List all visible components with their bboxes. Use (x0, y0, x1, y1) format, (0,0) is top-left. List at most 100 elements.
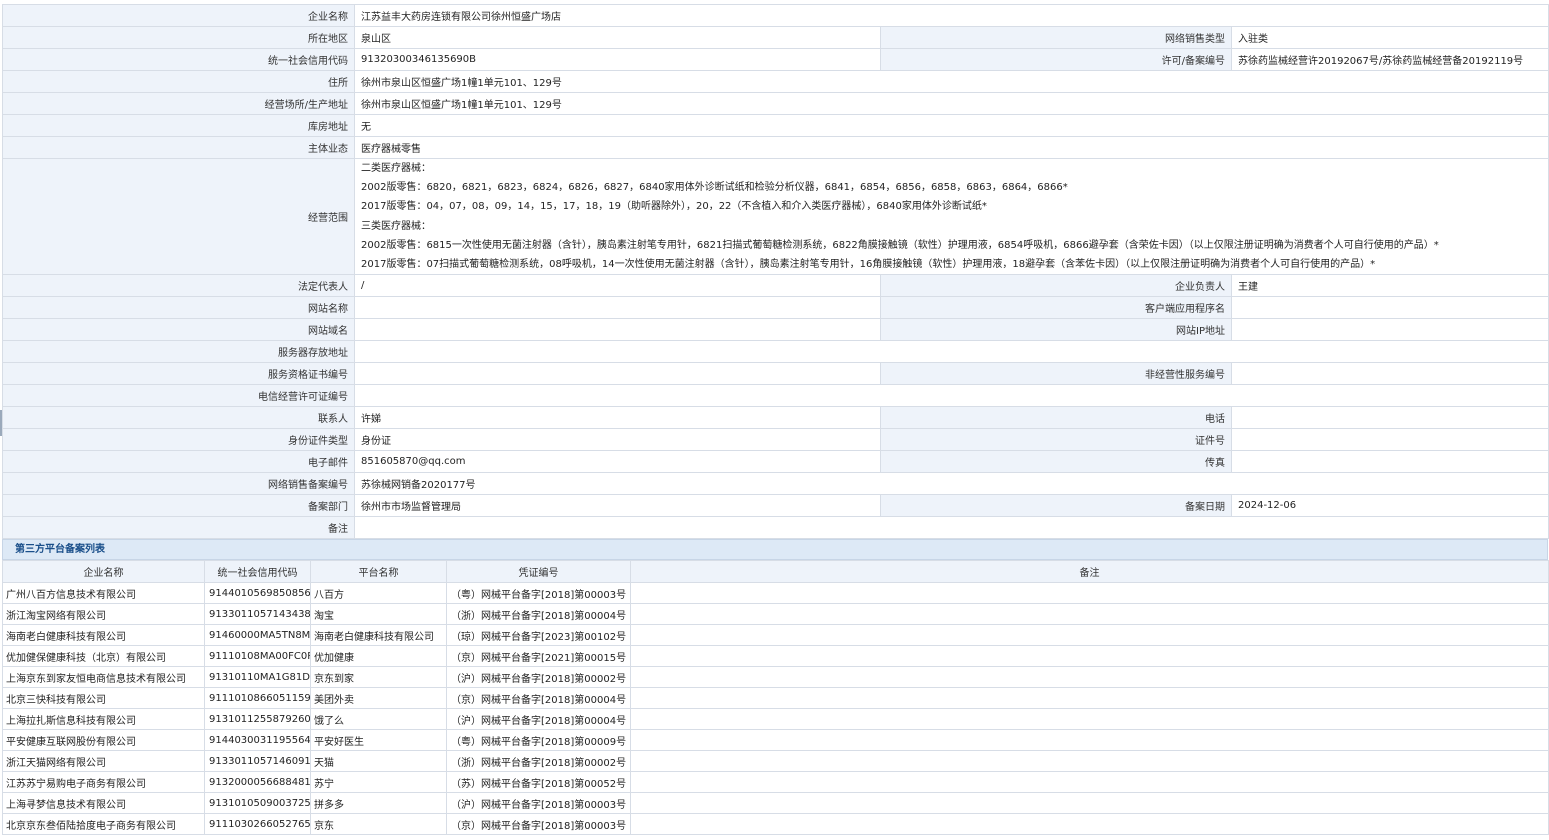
value-credit-code: 91320300346135690B (354, 48, 881, 71)
table-row: 北京三快科技有限公司91110108660511594M美团外卖（京）网械平台备… (2, 687, 1549, 710)
label-website-ip: 网站IP地址 (880, 318, 1232, 342)
row-remark: 备注 (2, 516, 1549, 540)
row-credit-code: 91110108660511594M (204, 687, 311, 710)
row-company: 上海京东到家友恒电商信息技术有限公司 (2, 666, 205, 689)
row-online-filing: 网络销售备案编号 苏徐械网销备2020177号 (2, 472, 1549, 496)
row-cert-no: （苏）网械平台备字[2018]第00052号 (446, 771, 631, 794)
value-email: 851605870@qq.com (354, 450, 881, 474)
row-service-cert: 服务资格证书编号 非经营性服务编号 (2, 362, 1549, 386)
row-warehouse: 库房地址 无 (2, 114, 1549, 137)
row-note (630, 645, 1549, 668)
row-note (630, 582, 1549, 605)
table-row: 江苏苏宁易购电子商务有限公司91320000566884810​8苏宁（苏）网械… (2, 771, 1549, 794)
row-website-domain: 网站域名 网站IP地址 (2, 318, 1549, 342)
label-online-type: 网络销售类型 (880, 26, 1232, 49)
row-cert-no: （沪）网械平台备字[2018]第00004号 (446, 708, 631, 731)
platform-section-title: 第三方平台备案列表 (2, 539, 1548, 561)
row-company: 浙江淘宝网络有限公司 (2, 603, 205, 626)
label-filing-date: 备案日期 (880, 494, 1232, 518)
label-server-location: 服务器存放地址 (2, 340, 355, 364)
value-legal-rep: / (354, 274, 881, 298)
table-row: 浙江天猫网络有限公司9133011057146​0916M天猫（浙）网械平台备字… (2, 750, 1549, 773)
header-credit-code: 统一社会信用代码 (204, 560, 311, 584)
value-non-operating-no (1231, 362, 1549, 386)
row-credit-code: 91330110571434382 (204, 603, 311, 626)
row-cert-no: （京）网械平台备字[2018]第00003号 (446, 813, 631, 836)
value-region: 泉山区 (354, 26, 881, 49)
row-credit-code: 统一社会信用代码 91320300346135690B 许可/备案编号 苏徐药监… (2, 48, 1549, 71)
row-scope: 经营范围 二类医疗器械： 2002版零售：6820，6821，6823，6824… (2, 157, 1549, 276)
label-website-name: 网站名称 (2, 296, 355, 320)
label-legal-rep: 法定代表人 (2, 274, 355, 298)
row-note (630, 729, 1549, 752)
label-residence: 住所 (2, 70, 355, 93)
row-platform-name: 京东 (310, 813, 447, 836)
row-platform-name: 平安好医生 (310, 729, 447, 752)
row-credit-code: 9131011255879260​96 (204, 708, 311, 731)
label-telecom-license-no: 电信经营许可证编号 (2, 384, 355, 408)
value-warehouse: 无 (354, 114, 1549, 137)
table-row: 优加健保健康科技（北京）有限公司91110108MA00FC0R25优加健康（京… (2, 645, 1549, 668)
table-row: 浙江淘宝网络有限公司 91330110571434382 淘宝 （浙）网械平台备字[2… (2, 603, 1549, 626)
row-company: 北京京东叁佰陆拾度电子商务有限公司 (2, 813, 205, 836)
row-cert-no: （浙）网械平台备字[2018]第00004号 (446, 603, 631, 626)
row-telecom-license: 电信经营许可证编号 (2, 384, 1549, 408)
row-company: 海南老白健康科技有限公司 (2, 624, 205, 647)
scope-line: 2002版零售：6820，6821，6823，6824，6826，6827，68… (361, 182, 1068, 194)
value-filing-dept: 徐州市市场监督管理局 (354, 494, 881, 518)
label-phone: 电话 (880, 406, 1232, 430)
row-cert-no: （京）网械平台备字[2021]第00015号 (446, 645, 631, 668)
value-phone (1231, 406, 1549, 430)
label-region: 所在地区 (2, 26, 355, 49)
label-id-type: 身份证件类型 (2, 428, 355, 452)
scope-line: 2017版零售：07扫描式葡萄糖检测系统，08呼吸机，14一次性使用无菌注射器（… (361, 258, 1376, 270)
scope-line: 2002版零售：6815一次性使用无菌注射器（含针），胰岛素注射笔专用针，682… (361, 239, 1439, 251)
value-person-in-charge: 王建 (1231, 274, 1549, 298)
value-id-type: 身份证 (354, 428, 881, 452)
row-platform-name: 天猫 (310, 750, 447, 773)
header-note: 备注 (630, 560, 1549, 584)
row-platform-name: 拼多多 (310, 792, 447, 815)
value-company-name: 江苏益丰大药房连锁有限公司徐州恒盛广场店 (354, 4, 1549, 27)
value-contact: 许娣 (354, 406, 881, 430)
row-platform-name: 美团外卖 (310, 687, 447, 710)
enterprise-detail-page: 企业名称 江苏益丰大药房连锁有限公司徐州恒盛广场店 所在地区 泉山区 网络销售类… (2, 4, 1549, 836)
label-license-no: 许可/备案编号 (880, 48, 1232, 71)
row-credit-code: 9111030266052765​XB (204, 813, 311, 836)
value-filing-date: 2024-12-06 (1231, 494, 1549, 518)
value-website-name (354, 296, 881, 320)
row-region: 所在地区 泉山区 网络销售类型 入驻类 (2, 26, 1549, 49)
row-note (630, 687, 1549, 710)
value-client-app (1231, 296, 1549, 320)
value-service-cert-no (354, 362, 881, 386)
row-credit-code: 91320000566884810​8 (204, 771, 311, 794)
row-contact: 联系人 许娣 电话 (2, 406, 1549, 430)
label-person-in-charge: 企业负责人 (880, 274, 1232, 298)
label-company-name: 企业名称 (2, 4, 355, 27)
label-main-business: 主体业态 (2, 136, 355, 159)
label-website-domain: 网站域名 (2, 318, 355, 342)
row-platform-name: 海南老白健康科技有限公司 (310, 624, 447, 647)
value-remark (354, 516, 1549, 540)
row-company: 浙江天猫网络有限公司 (2, 750, 205, 773)
value-online-type: 入驻类 (1231, 26, 1549, 49)
enterprise-info-table: 企业名称 江苏益丰大药房连锁有限公司徐州恒盛广场店 所在地区 泉山区 网络销售类… (2, 4, 1549, 540)
value-main-business: 医疗器械零售 (354, 136, 1549, 159)
row-company: 平安健康互联网股份有限公司 (2, 729, 205, 752)
label-id-no: 证件号 (880, 428, 1232, 452)
platform-table-body: 广州八百方信息技术有限公司 91440105698508560 八百方 （粤）网械平台… (2, 582, 1549, 836)
label-email: 电子邮件 (2, 450, 355, 474)
row-note (630, 708, 1549, 731)
row-note (630, 624, 1549, 647)
table-row: 上海京东到家友恒电商信息技术有限公司91310110MA1G81DR35京东到家… (2, 666, 1549, 689)
row-credit-code: 91440105698508560 (204, 582, 311, 605)
row-platform-name: 饿了么 (310, 708, 447, 731)
value-business-address: 徐州市泉山区恒盛广场1幢1单元101、129号 (354, 92, 1549, 115)
label-fax: 传真 (880, 450, 1232, 474)
label-service-cert-no: 服务资格证书编号 (2, 362, 355, 386)
row-company: 上海拉扎斯信息科技有限公司 (2, 708, 205, 731)
header-company: 企业名称 (2, 560, 205, 584)
value-fax (1231, 450, 1549, 474)
row-company: 优加健保健康科技（北京）有限公司 (2, 645, 205, 668)
row-note (630, 813, 1549, 836)
